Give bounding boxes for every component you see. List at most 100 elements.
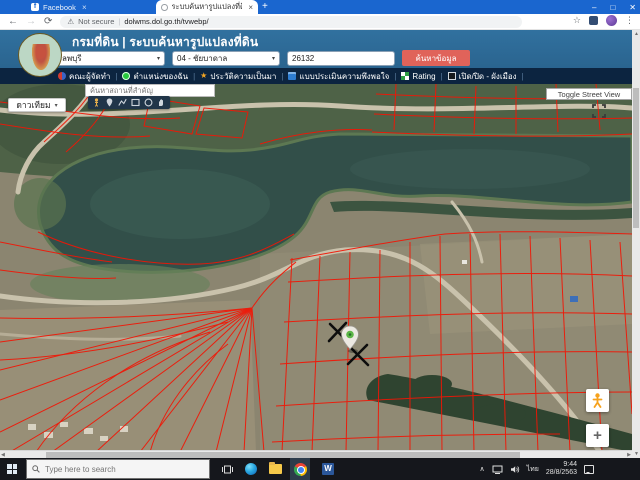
bookmark-star-icon[interactable]: ☆ [573,15,581,26]
browser-titlebar: f Facebook × ระบบค้นหารูปแปลงที่ดิน × + … [0,0,640,14]
survey-book-icon [288,72,296,80]
back-button[interactable]: ← [8,16,18,27]
browser-toolbar: ← → ⟳ ⚠ Not secure | dolwms.dol.go.th/tv… [0,14,640,30]
menu-dots-icon[interactable]: ⋮ [625,15,634,26]
menu-item-rating[interactable]: Rating [401,72,435,81]
menu-separator: | [441,72,443,81]
district-value: 04 - ชัยบาดาล [177,52,227,65]
tab-label: Facebook [43,3,76,12]
network-icon[interactable] [492,465,503,474]
team-icon [58,72,66,80]
menu-label: เปิด/ปิด - ผังเมือง [459,70,517,83]
province-select[interactable]: ลพบุรี ▾ [57,51,165,66]
folder-icon [269,464,282,474]
facebook-favicon: f [31,3,39,11]
rectangle-tool-icon[interactable] [131,98,140,107]
rating-grid-icon [401,72,409,80]
new-tab-button[interactable]: + [262,1,268,12]
reload-button[interactable]: ⟳ [44,16,52,27]
satellite-map-canvas[interactable] [0,84,632,452]
fullscreen-icon[interactable] [592,104,606,123]
parcel-number-input[interactable] [287,51,395,66]
street-view-tooltip[interactable]: Toggle Street View [546,88,632,100]
tab-close-icon[interactable]: × [248,3,253,12]
language-indicator[interactable]: ไทย [527,464,539,475]
my-location-icon [122,72,130,80]
department-of-lands-logo [18,33,62,77]
address-bar[interactable]: ⚠ Not secure | dolwms.dol.go.th/tvwebp/ [60,16,522,28]
menu-label: Rating [412,72,435,81]
menu-label: คณะผู้จัดทำ [69,70,110,83]
search-icon [32,465,40,473]
start-button[interactable] [7,464,17,474]
pegman-tool-icon[interactable] [92,98,101,107]
globe-favicon [161,4,168,11]
address-divider: | [118,17,120,26]
tab-facebook[interactable]: f Facebook × [26,0,154,14]
menu-label: ตำแหน่งของฉัน [133,70,188,83]
vertical-scrollbar-thumb[interactable] [633,88,639,228]
map-type-button[interactable]: ดาวเทียม ▾ [8,98,66,112]
menu-separator: | [522,72,524,81]
chevron-down-icon: ▾ [157,55,160,62]
app-menu-bar: คณะผู้จัดทำ | ตำแหน่งของฉัน | ★ ประวัติค… [0,68,632,84]
pan-hand-tool-icon[interactable] [157,98,166,107]
security-label: Not secure [78,17,114,26]
search-form: ลพบุรี ▾ 04 - ชัยบาดาล ▾ ค้นหาข้อมูล [57,50,470,66]
extension-icon[interactable] [589,16,598,25]
drawing-toolbar [88,96,170,109]
tab-land-search[interactable]: ระบบค้นหารูปแปลงที่ดิน × [156,0,258,14]
menu-separator: | [394,72,396,81]
menu-item-city-plan-toggle[interactable]: เปิด/ปิด - ผังเมือง [448,70,517,83]
zoom-in-button[interactable]: + [586,424,609,447]
tab-close-icon[interactable]: × [82,3,87,12]
forward-button[interactable]: → [26,16,36,27]
close-button[interactable]: ✕ [629,3,636,12]
polyline-tool-icon[interactable] [118,98,127,107]
district-select[interactable]: 04 - ชัยบาดาล ▾ [172,51,280,66]
menu-item-satisfaction-survey[interactable]: แบบประเมินความพึงพอใจ [288,70,389,83]
city-plan-icon [448,72,456,80]
map-type-label: ดาวเทียม [16,98,50,112]
url-text: dolwms.dol.go.th/tvwebp/ [124,17,208,26]
chevron-down-icon: ▾ [55,102,58,109]
chrome-button-active[interactable] [290,458,310,480]
profile-avatar[interactable] [606,15,617,26]
maximize-button[interactable]: □ [610,3,615,12]
chrome-icon [294,463,307,476]
taskbar-search-box[interactable] [26,459,210,479]
edge-button[interactable] [245,463,257,475]
menu-separator: | [193,72,195,81]
word-button[interactable]: W [322,463,334,475]
tray-time: 9:44 [563,461,577,468]
menu-label: ประวัติความเป็นมา [210,70,276,83]
warning-icon: ⚠ [67,17,74,26]
chevron-down-icon: ▾ [272,55,275,62]
menu-label: แบบประเมินความพึงพอใจ [299,70,389,83]
pegman-icon [592,393,603,408]
circle-tool-icon[interactable] [144,98,153,107]
volume-icon[interactable] [510,465,520,474]
tray-date: 28/8/2563 [546,469,577,476]
pegman-button[interactable] [586,389,609,412]
task-view-button[interactable] [222,464,233,475]
history-star-icon: ★ [200,72,207,80]
menu-item-history[interactable]: ★ ประวัติความเป็นมา [200,70,276,83]
file-explorer-button[interactable] [269,464,282,474]
horizontal-scrollbar[interactable]: ◀ ▶ [0,450,632,458]
system-tray: ∧ ไทย 9:44 28/8/2563 [479,458,594,480]
minimize-button[interactable]: – [592,3,596,12]
tab-label: ระบบค้นหารูปแปลงที่ดิน [172,1,243,13]
map-viewport[interactable] [0,84,632,452]
taskbar-clock[interactable]: 9:44 28/8/2563 [546,461,577,477]
marker-tool-icon[interactable] [105,98,114,107]
menu-item-my-location[interactable]: ตำแหน่งของฉัน [122,70,188,83]
province-value: ลพบุรี [62,52,82,65]
menu-item-credits[interactable]: คณะผู้จัดทำ [58,70,110,83]
menu-separator: | [281,72,283,81]
action-center-icon[interactable] [584,465,594,474]
taskbar-search-input[interactable] [45,465,195,474]
vertical-scrollbar[interactable]: ▲ ▼ [632,30,640,458]
tray-chevron-icon[interactable]: ∧ [479,465,484,473]
search-data-button[interactable]: ค้นหาข้อมูล [402,50,470,66]
